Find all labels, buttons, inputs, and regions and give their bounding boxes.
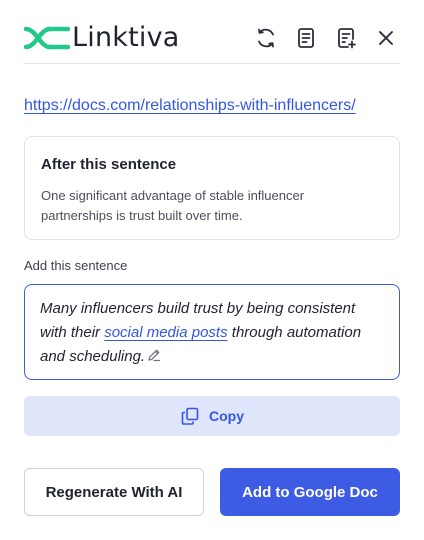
logo-text: Linktiva <box>72 22 180 53</box>
anchor-card-body: One significant advantage of stable infl… <box>41 188 305 223</box>
regenerate-with-ai-button[interactable]: Regenerate With AI <box>24 468 204 516</box>
copy-icon <box>181 407 199 425</box>
document-add-button[interactable] <box>332 24 360 52</box>
logo: Linktiva <box>24 22 180 54</box>
copy-button-label: Copy <box>209 408 244 424</box>
header-divider <box>24 63 400 64</box>
refresh-button[interactable] <box>252 24 280 52</box>
source-url-link[interactable]: https://docs.com/relationships-with-infl… <box>24 97 356 115</box>
document-icon <box>298 28 314 48</box>
header-actions <box>240 22 400 54</box>
document-add-icon <box>338 28 356 49</box>
add-sentence-label: Add this sentence <box>24 258 128 273</box>
close-icon <box>379 31 393 45</box>
close-button[interactable] <box>372 24 400 52</box>
add-to-google-doc-button[interactable]: Add to Google Doc <box>220 468 400 516</box>
sentence-editor[interactable]: Many influencers build trust by being co… <box>24 284 400 380</box>
edit-pencil-icon[interactable] <box>147 346 161 362</box>
copy-button[interactable]: Copy <box>24 396 400 436</box>
document-button[interactable] <box>292 24 320 52</box>
anchor-card-title: After this sentence <box>41 156 177 173</box>
anchor-sentence-card: After this sentence One significant adva… <box>24 136 400 240</box>
linktiva-logo-icon <box>24 26 70 50</box>
sentence-link[interactable]: social media posts <box>104 324 227 341</box>
header: Linktiva <box>24 18 400 58</box>
refresh-icon <box>258 28 274 48</box>
